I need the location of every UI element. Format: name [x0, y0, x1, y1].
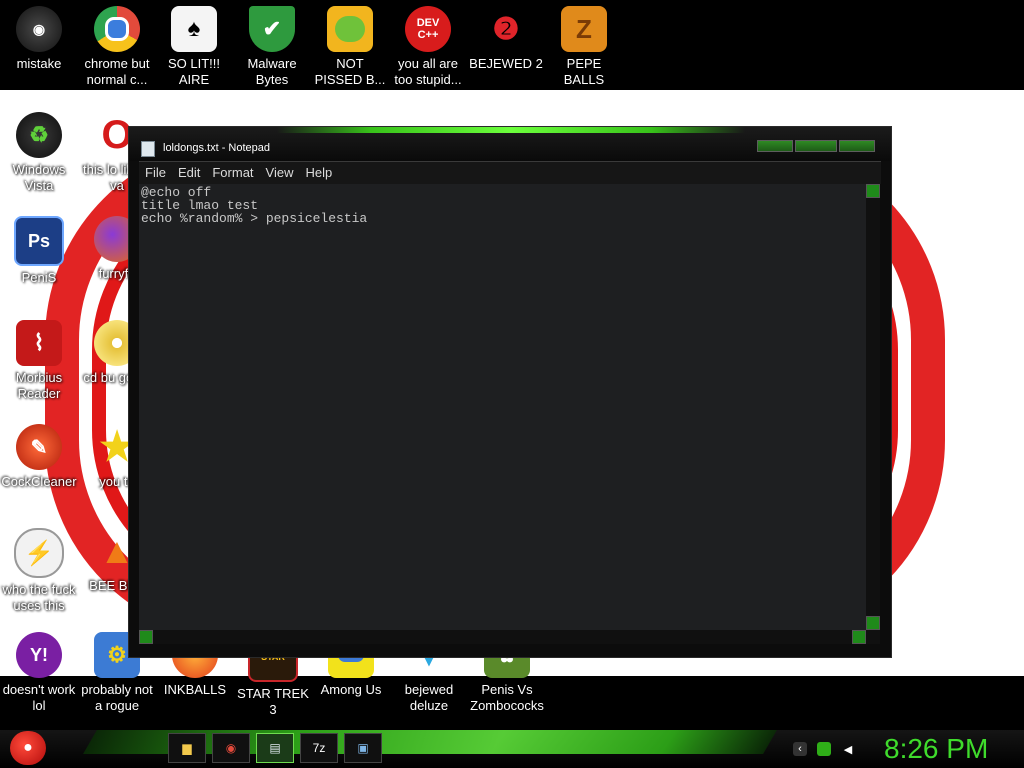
desktop-icon-windows-vista[interactable]: ♻ Windows Vista [0, 112, 78, 194]
menu-file[interactable]: File [139, 162, 172, 180]
chrome-icon: ◉ [225, 741, 237, 755]
vertical-scrollbar[interactable] [866, 184, 880, 630]
notepad-icon: ▤ [269, 741, 281, 755]
solitaire-card-icon: ♠ [171, 6, 217, 52]
taskbar-notepad-button[interactable]: ▤ [256, 733, 294, 763]
flash-icon: ⚡ [14, 528, 64, 578]
start-button[interactable]: ● [10, 731, 46, 765]
window-controls [757, 140, 875, 152]
taskbar-explorer-button[interactable]: ▆ [168, 733, 206, 763]
desktop-icon-label: NOT PISSED B... [314, 56, 386, 87]
7zip-icon: 7z [312, 741, 326, 755]
desktop-icon-label: who the fuck uses this [2, 582, 76, 613]
desktop-icon-label: doesn't work lol [2, 682, 76, 713]
horizontal-scrollbar[interactable] [139, 630, 880, 644]
taskbar-7zip-button[interactable]: 7z [300, 733, 338, 763]
yahoo-icon: Y! [16, 632, 62, 678]
desktop-icon-label: Malware Bytes [247, 56, 297, 87]
desktop-icon-devcpp[interactable]: DEV C++ you all are too stupid... [389, 6, 467, 88]
scroll-up-button[interactable] [866, 184, 880, 198]
desktop-icon-label: CockCleaner [1, 474, 77, 489]
angry-pig-icon [327, 6, 373, 52]
menu-format[interactable]: Format [206, 162, 259, 180]
desktop-icon-solitaire[interactable]: ♠ SO LIT!!! AIRE [155, 6, 233, 88]
acrobat-icon: ⌇ [16, 320, 62, 366]
desktop-icon-label: PEPE BALLS [563, 56, 605, 87]
desktop-icon-label: SO LIT!!! AIRE [167, 56, 220, 87]
desktop-icon-label: Windows Vista [12, 162, 66, 193]
titlebar-glow [277, 127, 745, 133]
desktop-icon-label: Morbius Reader [15, 370, 63, 401]
desktop-icon-label: mistake [16, 56, 62, 71]
maximize-button[interactable] [795, 140, 837, 152]
desktop-icon-cockcleaner[interactable]: ✎ CockCleaner [0, 424, 78, 490]
notepad-icon [141, 141, 155, 157]
notepad-window[interactable]: loldongs.txt - Notepad File Edit Format Vie… [128, 126, 892, 658]
folder-icon: ▆ [182, 741, 192, 755]
desktop-icon-label: you all are too stupid... [394, 56, 462, 87]
tray-network-icon[interactable] [817, 742, 831, 756]
desktop-icon-morbius-reader[interactable]: ⌇ Morbius Reader [0, 320, 78, 402]
desktop-icon-label: probably not a rogue [81, 682, 153, 713]
minimize-button[interactable] [757, 140, 793, 152]
desktop-icon-chrome[interactable]: chrome but normal c... [78, 6, 156, 88]
desktop-icon-label: Penis Vs Zombococks [470, 682, 544, 713]
chrome-icon [94, 6, 140, 52]
desktop-icon-label: PeniS [21, 270, 57, 285]
desktop-icon-label: STAR TREK 3 [237, 686, 309, 717]
menu-view[interactable]: View [260, 162, 300, 180]
tray-volume-icon[interactable]: ◀ [841, 742, 855, 756]
close-button[interactable] [839, 140, 875, 152]
desktop-icon-photoshop[interactable]: Ps PeniS [0, 216, 78, 286]
menu-edit[interactable]: Edit [172, 162, 206, 180]
window-icon: ▣ [357, 741, 369, 755]
dark-sphere-icon: ◉ [16, 6, 62, 52]
scroll-down-button[interactable] [866, 616, 880, 630]
taskbar-chrome-button[interactable]: ◉ [212, 733, 250, 763]
shield-check-icon: ✔ [249, 6, 295, 52]
desktop-icon-not-pissed[interactable]: NOT PISSED B... [311, 6, 389, 88]
desktop-icon-label: Among Us [320, 682, 382, 697]
text-editor-area[interactable]: @echo off title lmao test echo %random% … [139, 184, 866, 630]
scroll-right-button[interactable] [852, 630, 866, 644]
zuma-icon: Z [561, 6, 607, 52]
taskbar-window-button[interactable]: ▣ [344, 733, 382, 763]
desktop-icon-pepe-balls[interactable]: Z PEPE BALLS [545, 6, 623, 88]
desktop-icon-flash[interactable]: ⚡ who the fuck uses this [0, 528, 78, 614]
ccleaner-icon: ✎ [16, 424, 62, 470]
desktop-icon-label: BEJEWED 2 [469, 56, 543, 71]
notepad-titlebar[interactable]: loldongs.txt - Notepad [129, 127, 891, 161]
bejeweled-gem-icon: ❷ [492, 12, 520, 46]
tray-arrow-icon[interactable]: ‹ [793, 742, 807, 756]
taskbar-clock[interactable]: 8:26 PM [884, 733, 988, 765]
desktop-icon-label: INKBALLS [163, 682, 227, 697]
desktop-icon-label: bejewed deluze [404, 682, 454, 713]
devcpp-icon: DEV C++ [405, 6, 451, 52]
desktop-icon-bejeweled[interactable]: ❷ BEJEWED 2 [467, 6, 545, 72]
recycle-bin-icon: ♻ [16, 112, 62, 158]
desktop-icon-label: chrome but normal c... [84, 56, 150, 87]
menu-bar: File Edit Format View Help [139, 161, 881, 184]
desktop-icon-malwarebytes[interactable]: ✔ Malware Bytes [233, 6, 311, 88]
desktop-icon-mistake[interactable]: ◉ mistake [0, 6, 78, 72]
photoshop-icon: Ps [14, 216, 64, 266]
scroll-left-button[interactable] [139, 630, 153, 644]
angry-bird-icon: ● [23, 739, 33, 756]
menu-help[interactable]: Help [299, 162, 338, 180]
desktop-icon-yahoo[interactable]: Y! doesn't work lol [0, 632, 78, 714]
window-title: loldongs.txt - Notepad [163, 142, 271, 154]
